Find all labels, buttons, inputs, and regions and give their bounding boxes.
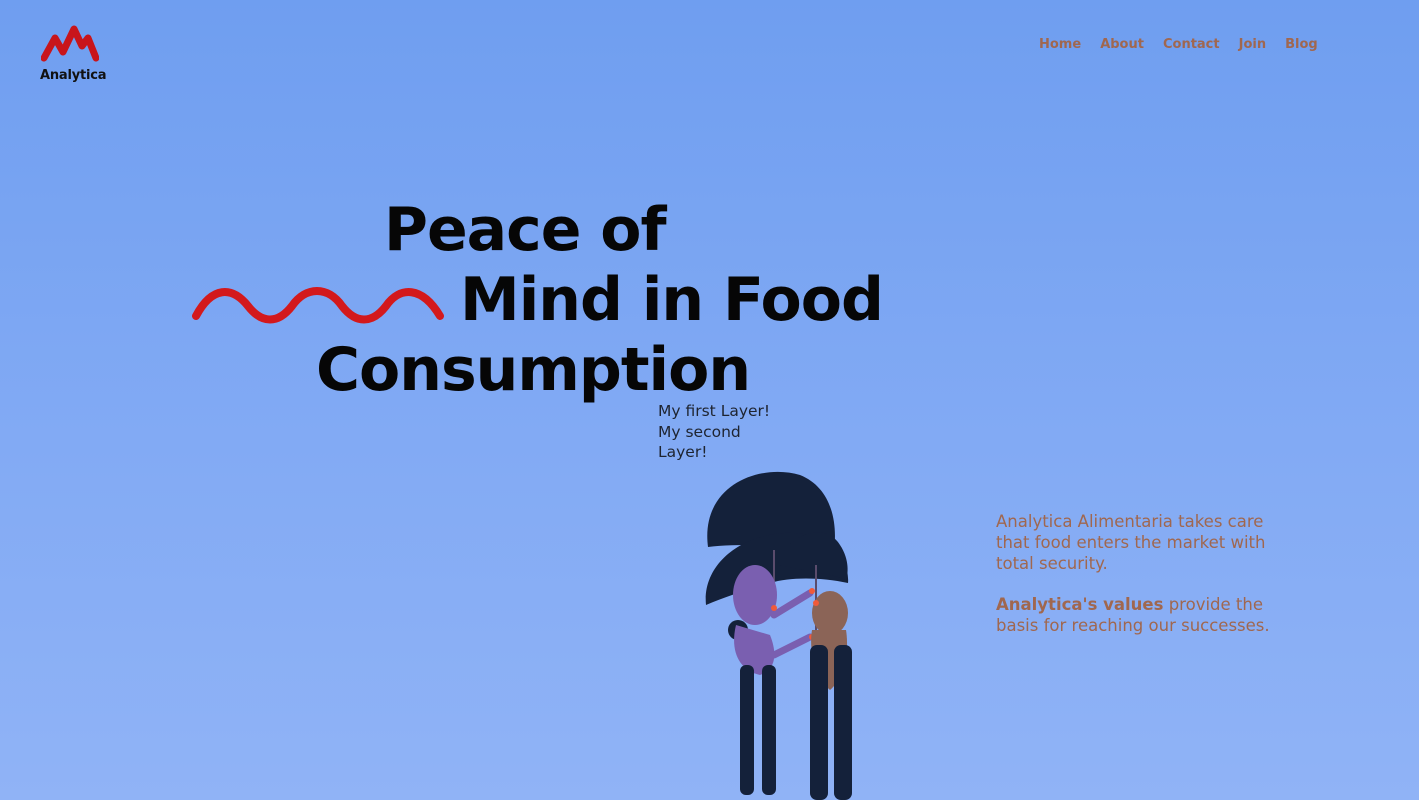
nav-about-link[interactable]: About [1100,37,1144,52]
info-text-block: Analytica Alimentaria takes care that fo… [996,511,1281,656]
analytica-logo-icon [41,25,99,62]
hero-headline-line2: Mind in Food [460,265,884,335]
first-layer-label: My first Layer! [658,402,771,420]
nav-contact-link[interactable]: Contact [1163,37,1220,52]
brand-name: Analytica [40,68,107,83]
main-nav: Home About Contact Join Blog [1039,37,1318,52]
values-link[interactable]: Analytica's values [996,595,1163,614]
red-wave-icon [192,287,444,324]
nav-home-link[interactable]: Home [1039,37,1081,52]
info-paragraph: Analytica Alimentaria takes care that fo… [996,512,1266,573]
hero-headline-line3: Consumption [316,335,751,405]
umbrella-couple-illustration [705,471,852,800]
hero-headline-line1: Peace of [384,195,667,265]
second-layer-label: My second Layer! [658,423,741,461]
nav-blog-link[interactable]: Blog [1285,37,1318,52]
brand-logo[interactable]: Analytica [40,24,107,83]
values-paragraph: Analytica's values provide the basis for… [996,594,1281,636]
nav-join-link[interactable]: Join [1239,37,1266,52]
